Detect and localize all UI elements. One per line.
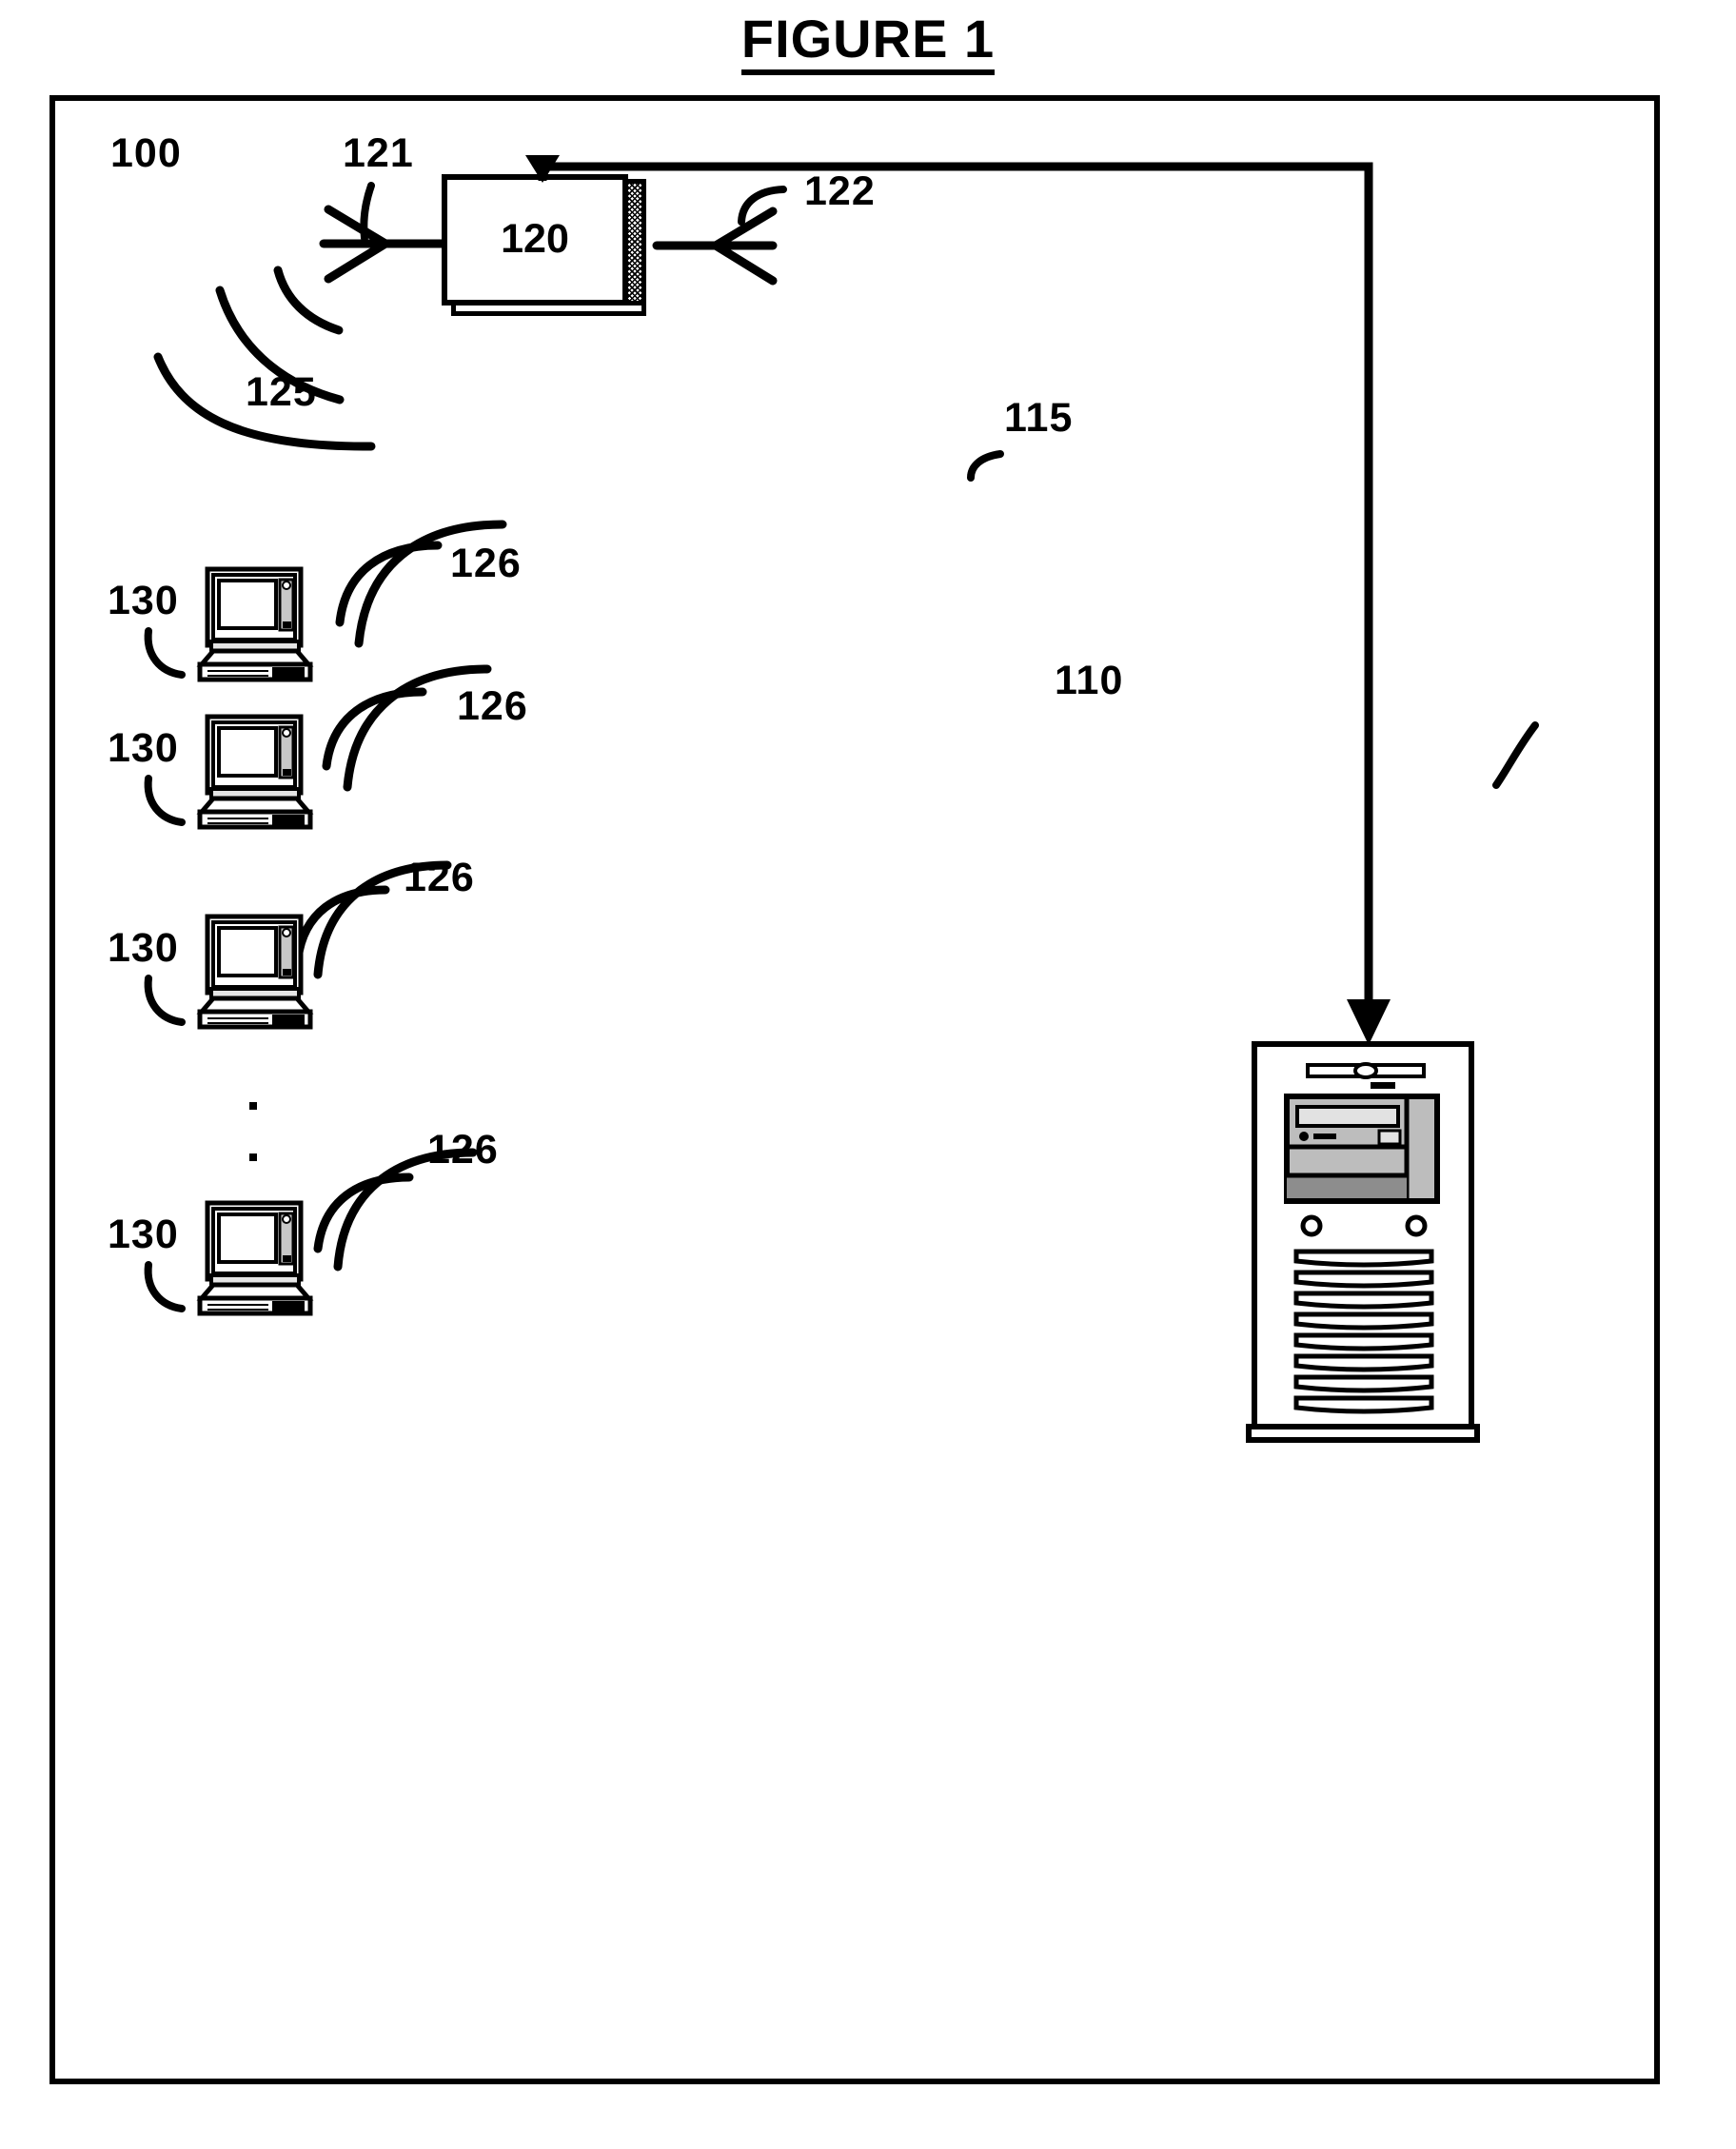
vertical-ellipsis-icon [249,1102,257,1256]
ref-label-126-2: 126 [457,683,528,729]
base-station-box: 120 [442,174,657,317]
ref-label-126-1: 126 [450,541,522,586]
ref-label-122: 122 [804,168,876,214]
ref-label-100: 100 [110,130,182,176]
ref-label-121: 121 [343,130,414,176]
figure-title: FIGURE 1 [0,8,1736,75]
figure-title-text: FIGURE 1 [740,10,996,75]
base-station-box-bottom [451,306,646,316]
ref-label-126-4: 126 [427,1127,499,1173]
base-station-box-label: 120 [501,216,569,262]
ref-label-126-3: 126 [404,855,475,900]
patent-figure-page: FIGURE 1 100 121 122 125 115 110 126 126… [0,0,1736,2149]
ref-label-130-3: 130 [108,925,179,971]
ref-label-130-2: 130 [108,725,179,771]
ref-label-115: 115 [1004,395,1074,441]
ref-label-125: 125 [246,369,317,415]
base-station-box-side [628,179,646,306]
ref-label-130-1: 130 [108,578,179,623]
ref-label-130-4: 130 [108,1212,179,1257]
ref-label-110: 110 [1055,658,1124,703]
